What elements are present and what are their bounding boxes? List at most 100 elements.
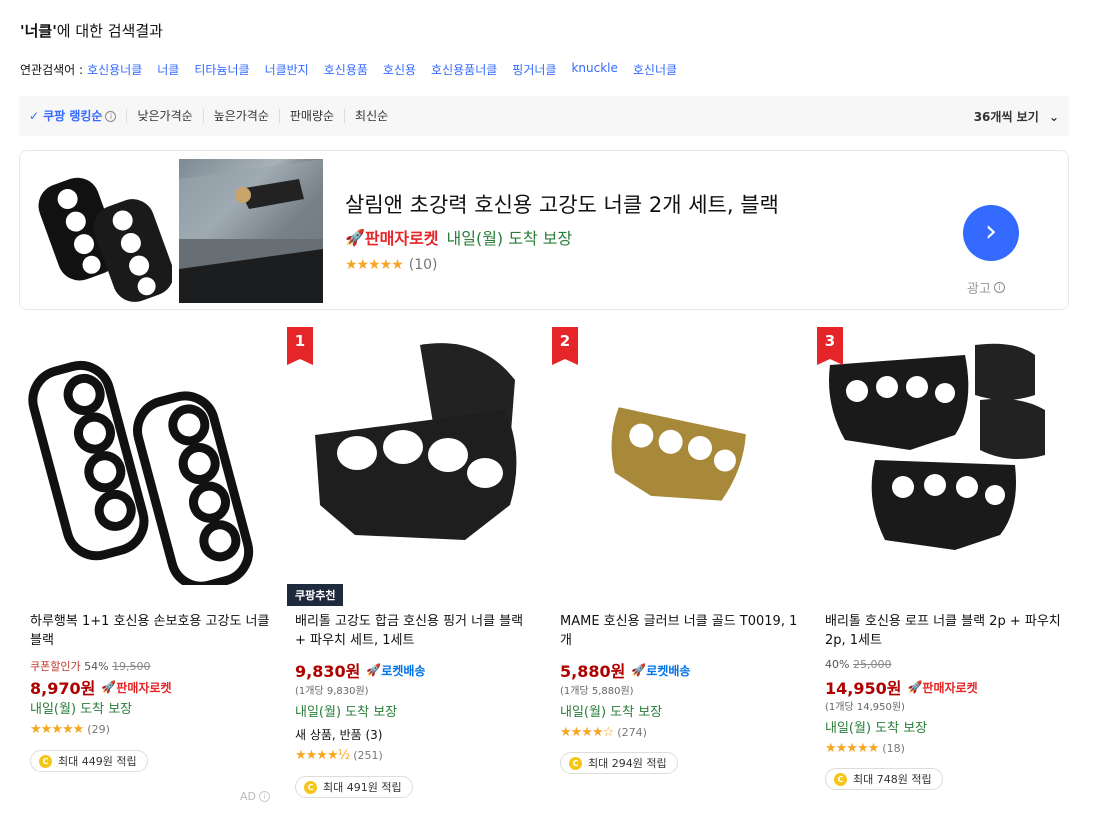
points-label: 최대 491원 적립	[323, 781, 402, 794]
product-image-lifestyle	[179, 159, 323, 303]
product-image-brass-knuckles-black	[38, 177, 172, 302]
rocket-icon: 🚀	[907, 680, 923, 694]
product-discount: 40% 25,000	[825, 658, 891, 671]
rocket-delivery-badge: 🚀 로켓배송	[631, 662, 690, 679]
product-arrival: 내일(월) 도착 보장	[560, 705, 663, 720]
rocket-seller-badge: 🚀 판매자로켓	[345, 225, 439, 249]
points-badge: C 최대 748원 적립	[825, 768, 943, 790]
search-keyword: '너클'	[20, 22, 57, 40]
related-keywords: 연관검색어 : 호신용너클 너클 티타늄너클 너클반지 호신용품 호신용 호신용…	[20, 61, 692, 78]
coupang-recommend-badge: 쿠팡추천	[287, 584, 344, 606]
sort-low-price[interactable]: 낮은가격순	[126, 109, 202, 123]
info-icon[interactable]: i	[105, 110, 117, 122]
rocket-icon: 🚀	[101, 680, 117, 694]
related-keyword-link[interactable]: 너클반지	[265, 61, 309, 78]
rocket-seller-label: 판매자로켓	[364, 229, 439, 248]
review-count: (18)	[882, 742, 905, 755]
points-label: 최대 449원 적립	[58, 755, 137, 768]
star-rating-icon: ★★★★☆	[560, 725, 614, 740]
star-rating-icon: ★★★★★	[30, 722, 84, 737]
ad-small-text: AD	[240, 790, 256, 803]
related-keyword-link[interactable]: 핑거너클	[512, 61, 556, 78]
product-name[interactable]: 하루행복 1+1 호신용 손보호용 고강도 너클 블랙	[30, 612, 270, 650]
rank-badge: 1	[287, 327, 313, 365]
product-image-rope-knuckle-set	[829, 343, 1045, 550]
coin-icon: C	[304, 780, 317, 794]
product-image-rope-knuckles	[28, 360, 254, 591]
product-arrival: 내일(월) 도착 보장	[30, 702, 133, 717]
product-name[interactable]: 배리톨 호신용 로프 너클 블랙 2p + 파우치 2p, 1세트	[825, 612, 1065, 650]
rocket-icon: 🚀	[366, 663, 382, 677]
sort-label: 쿠팡 랭킹순	[43, 109, 103, 123]
product-arrival: 내일(월) 도착 보장	[825, 721, 928, 736]
related-keyword-link[interactable]: 호신용품너클	[431, 61, 497, 78]
product-image-wrap: 3	[815, 325, 1065, 585]
related-keyword-link[interactable]: 호신용너클	[87, 61, 142, 78]
related-keyword-link[interactable]: knuckle	[571, 61, 617, 78]
product-price: 14,950원	[825, 679, 902, 698]
related-keyword-link[interactable]: 티타늄너클	[194, 61, 249, 78]
ad-label-text: 광고	[967, 282, 991, 297]
related-keyword-link[interactable]: 호신용품	[324, 61, 368, 78]
rocket-tag-label: 판매자로켓	[116, 680, 172, 695]
product-price-row: 5,880원 🚀 로켓배송	[560, 658, 690, 682]
related-keyword-link[interactable]: 호신너클	[633, 61, 677, 78]
view-count-select[interactable]: 36개씩 보기 ⌄	[974, 108, 1059, 125]
rocket-delivery-badge: 🚀 로켓배송	[366, 662, 425, 679]
ad-delivery-line: 🚀 판매자로켓 내일(월) 도착 보장	[345, 225, 572, 249]
ad-small-label[interactable]: AD i	[240, 790, 270, 803]
related-keywords-label: 연관검색어 :	[20, 63, 84, 77]
unit-price: (1개당 5,880원)	[560, 686, 634, 697]
rocket-seller-badge: 🚀 판매자로켓	[101, 679, 171, 696]
star-rating-icon: ★★★★★	[825, 741, 879, 756]
sort-newest[interactable]: 최신순	[344, 109, 398, 123]
star-rating-icon: ★★★★★	[345, 257, 404, 273]
sort-high-price[interactable]: 높은가격순	[202, 109, 279, 123]
product-name[interactable]: MAME 호신용 글러브 너클 골드 T0019, 1개	[560, 612, 800, 650]
search-title-suffix: 에 대한 검색결과	[56, 22, 163, 40]
ad-rating: ★★★★★ (10)	[345, 257, 438, 273]
points-label: 최대 748원 적립	[853, 773, 932, 786]
product-image-gold-knuckle	[611, 407, 746, 501]
info-icon: i	[993, 282, 1005, 293]
ad-product-title[interactable]: 살림앤 초강력 호신용 고강도 너클 2개 세트, 블랙	[345, 189, 779, 219]
related-keyword-link[interactable]: 호신용	[383, 61, 416, 78]
rocket-seller-badge: 🚀 판매자로켓	[907, 679, 977, 696]
product-price: 8,970원	[30, 679, 96, 698]
search-result-title: '너클'에 대한 검색결과	[20, 20, 163, 41]
ad-banner[interactable]: 살림앤 초강력 호신용 고강도 너클 2개 세트, 블랙 🚀 판매자로켓 내일(월…	[19, 150, 1069, 310]
original-price: 19,500	[112, 660, 151, 673]
rank-badge: 3	[817, 327, 843, 365]
product-card[interactable]: 2 MAME 호신용 글러브 너클 골드 T0019, 1개 5,880원 🚀 로…	[550, 325, 800, 774]
rocket-tag-label: 로켓배송	[381, 663, 426, 678]
product-image-wrap: 2	[550, 325, 800, 585]
ad-next-arrow-button[interactable]: ›	[963, 205, 1019, 261]
points-badge: C 최대 491원 적립	[295, 776, 413, 798]
product-price: 5,880원	[560, 662, 626, 681]
product-card[interactable]: 3 배리톨 호신용 로프 너클 블랙 2p + 파우치 2p, 1세트 40% …	[815, 325, 1065, 790]
product-rating: ★★★★☆ (274)	[560, 725, 647, 740]
discount-rate: 40%	[825, 658, 850, 671]
review-count: (10)	[408, 257, 438, 273]
review-count: (29)	[87, 723, 110, 736]
new-item-info[interactable]: 새 상품, 반품 (3)	[295, 726, 382, 743]
ad-arrival: 내일(월) 도착 보장	[446, 229, 573, 248]
product-rating: ★★★★★ (18)	[825, 741, 905, 756]
product-rating: ★★★★½ (251)	[295, 748, 383, 763]
product-card[interactable]: 하루행복 1+1 호신용 손보호용 고강도 너클 블랙 쿠폰할인가 54% 19…	[20, 325, 270, 772]
product-card[interactable]: 1 쿠팡추천 배리톨 고강도 합금 호신용 핑거 너클 블랙 + 파우치 세트,…	[285, 325, 535, 798]
product-rating: ★★★★★ (29)	[30, 722, 110, 737]
sort-coupang-ranking[interactable]: ✓ 쿠팡 랭킹순 i	[29, 109, 126, 123]
coin-icon: C	[569, 756, 582, 770]
rocket-icon: 🚀	[631, 663, 647, 677]
related-keyword-link[interactable]: 너클	[157, 61, 179, 78]
product-name[interactable]: 배리톨 고강도 합금 호신용 핑거 너클 블랙 + 파우치 세트, 1세트	[295, 612, 535, 650]
points-badge: C 최대 294원 적립	[560, 752, 678, 774]
info-icon: i	[259, 791, 270, 802]
ad-label[interactable]: 광고 i	[967, 278, 1005, 297]
review-count: (274)	[617, 726, 647, 739]
product-image-wrap: 1 쿠팡추천	[285, 325, 535, 606]
rocket-tag-label: 판매자로켓	[922, 680, 978, 695]
sort-sales[interactable]: 판매량순	[278, 109, 344, 123]
view-count-label: 36개씩 보기	[973, 110, 1039, 124]
